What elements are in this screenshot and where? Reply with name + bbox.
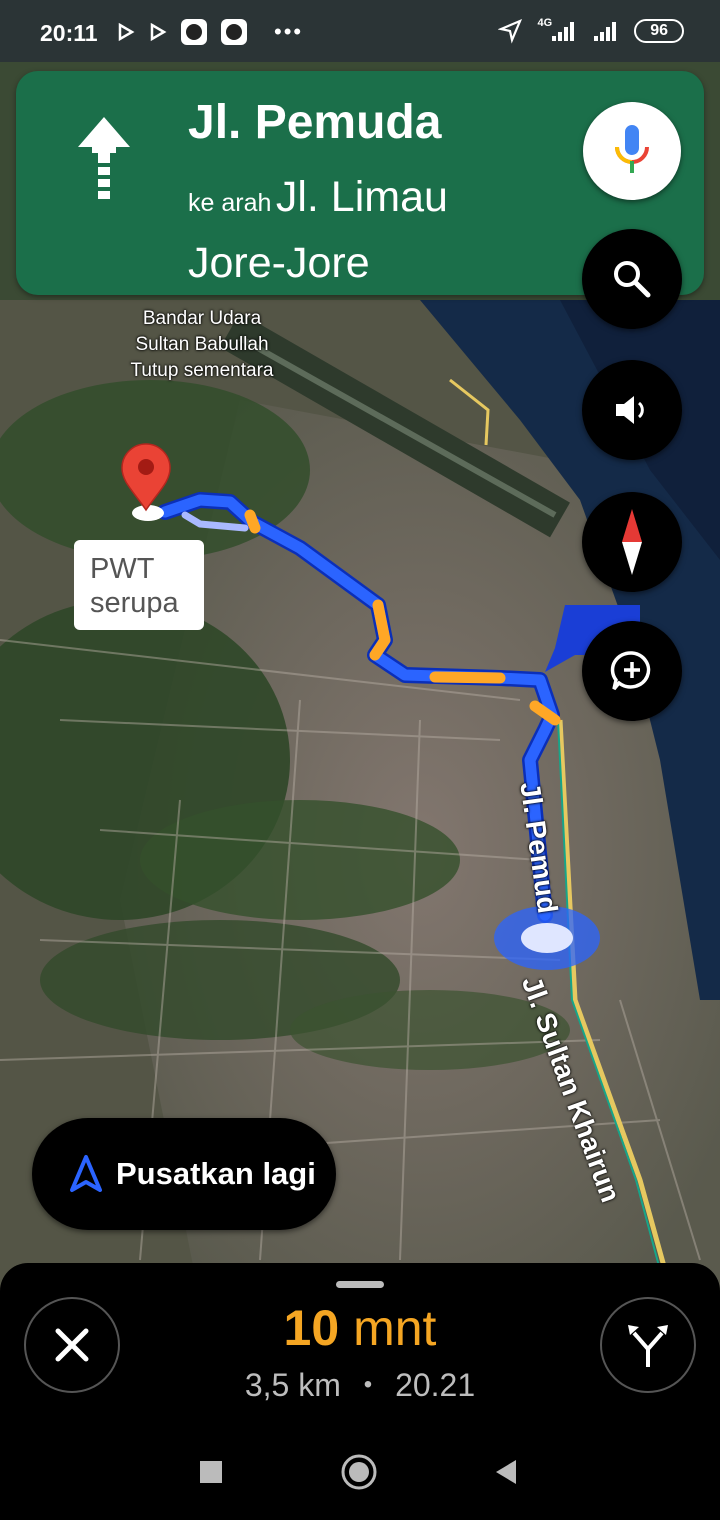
straight-arrow-icon xyxy=(78,117,130,199)
separator: • xyxy=(363,1371,373,1398)
signal-icon xyxy=(552,22,575,41)
airport-label: Bandar Udara Sultan Babullah Tutup semen… xyxy=(116,306,288,384)
search-button[interactable] xyxy=(582,229,682,329)
navigation-arrow-icon xyxy=(70,1155,102,1192)
battery-indicator: 96 xyxy=(634,19,684,43)
airport-name-line: Sultan Babullah xyxy=(135,334,269,355)
recenter-button[interactable]: Pusatkan lagi xyxy=(32,1118,336,1230)
airport-name-line: Bandar Udara xyxy=(142,308,262,329)
destination-label: PWT serupa xyxy=(90,553,179,619)
toward-prefix: ke arah xyxy=(188,189,272,217)
back-icon[interactable] xyxy=(496,1460,516,1484)
home-icon[interactable] xyxy=(341,1454,377,1490)
compass-icon xyxy=(622,509,642,575)
current-street: Jl. Pemuda xyxy=(188,96,442,149)
app-notification-icon xyxy=(221,19,247,45)
volume-button[interactable] xyxy=(582,360,682,460)
compass-button[interactable] xyxy=(582,492,682,592)
add-report-button[interactable] xyxy=(582,621,682,721)
search-icon xyxy=(614,261,651,298)
play-icon xyxy=(118,22,135,42)
volume-icon xyxy=(616,396,644,424)
network-type: 4G xyxy=(537,17,553,29)
status-bar: 20:11 ••• 4G 96 xyxy=(0,0,720,62)
trip-distance: 3,5 km xyxy=(244,1367,341,1403)
voice-search-button[interactable] xyxy=(583,102,681,200)
toward-instruction: ke arah Jl. Limau Jore-Jore xyxy=(188,169,518,301)
notification-icons: ••• xyxy=(116,18,303,46)
status-right: 4G 96 xyxy=(497,17,684,44)
destination-callout[interactable]: PWT serupa xyxy=(74,540,204,630)
recenter-label: Pusatkan lagi xyxy=(116,1156,316,1191)
location-arrow-icon xyxy=(497,18,522,44)
current-location-icon xyxy=(494,906,600,970)
drag-handle[interactable] xyxy=(336,1281,384,1288)
system-navigation-bar xyxy=(200,1454,516,1490)
mic-icon xyxy=(615,125,649,173)
more-notifications-icon: ••• xyxy=(274,19,304,44)
app-notification-icon xyxy=(181,19,207,45)
route-options-icon xyxy=(628,1325,668,1367)
airport-status-line: Tutup sementara xyxy=(130,360,274,381)
recent-apps-icon[interactable] xyxy=(200,1461,222,1483)
play-icon xyxy=(150,22,167,42)
signal-icon xyxy=(594,22,617,41)
alternate-routes-button[interactable] xyxy=(600,1297,696,1393)
add-report-icon xyxy=(610,651,651,691)
status-time: 20:11 xyxy=(40,20,98,46)
duration-unit: mnt xyxy=(353,1300,437,1356)
arrival-time: 20.21 xyxy=(395,1367,476,1403)
duration-value: 10 xyxy=(283,1300,340,1356)
